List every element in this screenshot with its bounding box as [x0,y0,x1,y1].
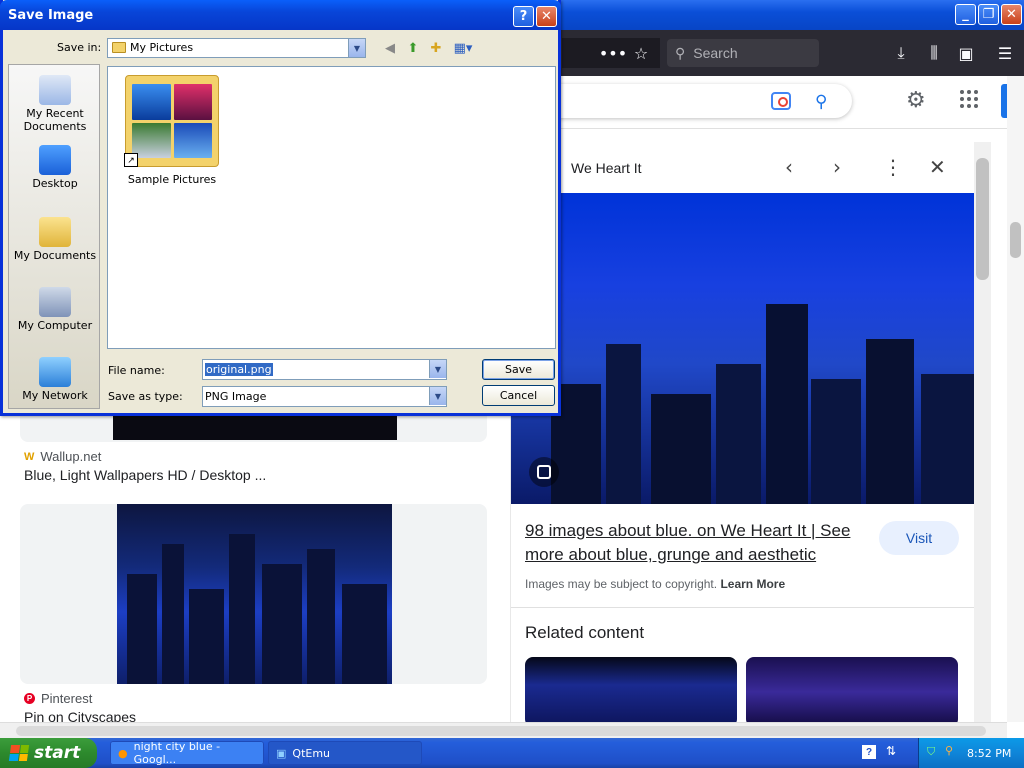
bookmark-star-icon[interactable]: ☆ [630,42,652,64]
file-name-label: File name: [108,364,165,377]
scrollbar-thumb[interactable] [16,726,986,736]
search-icon: ⚲ [675,44,686,61]
result-title[interactable]: Blue, Light Wallpapers HD / Desktop ... [24,467,266,483]
sample-pictures-folder-icon[interactable] [125,75,219,167]
copyright-notice: Images may be subject to copyright. Lear… [525,577,786,591]
sidebar-icon[interactable]: ▣ [955,42,977,64]
restore-button[interactable]: ❐ [978,4,999,25]
places-desktop[interactable]: Desktop [9,145,101,190]
close-dialog-button[interactable]: ✕ [536,6,557,27]
result-source[interactable]: P Pinterest [24,691,92,706]
horizontal-scrollbar[interactable] [0,722,1007,738]
shield-tray-icon[interactable]: ⛉ [927,745,935,759]
related-image[interactable] [746,657,958,722]
related-image[interactable] [525,657,737,722]
folder-item-label[interactable]: Sample Pictures [112,173,232,186]
lens-icon[interactable] [771,92,791,110]
close-browser-button[interactable]: ✕ [1001,4,1022,25]
qtemu-icon: ▣ [276,746,287,760]
my-computer-icon [39,287,71,317]
search-tray-icon[interactable]: ⚲ [945,744,953,757]
visual-search-lens-button[interactable] [529,457,559,487]
firefox-icon: ● [118,746,128,760]
save-as-type-label: Save as type: [108,390,183,403]
places-my-network[interactable]: My Network [9,357,101,402]
my-network-icon [39,357,71,387]
taskbar-item-firefox[interactable]: ● night city blue - Googl... [110,740,264,766]
panel-source[interactable]: We Heart It [571,160,642,176]
more-vert-icon[interactable]: ⋮ [883,155,903,179]
clock[interactable]: 8:52 PM [967,747,1011,760]
save-as-type-dropdown[interactable]: PNG Image ▼ [202,386,447,407]
save-in-label: Save in: [57,41,102,54]
scrollbar-thumb[interactable] [976,158,989,280]
help-tray-icon[interactable]: ? [862,745,876,759]
desktop-icon [39,145,71,175]
more-dots-icon[interactable]: ••• [599,42,627,64]
preview-image[interactable] [511,193,975,504]
dialog-title: Save Image [8,8,94,23]
result-title[interactable]: Pin on Cityscapes [24,709,136,722]
browser-search-box[interactable]: ⚲ Search [667,39,819,67]
back-icon[interactable]: ◀ [381,40,399,56]
my-documents-icon [39,217,71,247]
folder-icon [112,42,126,53]
panel-header: We Heart It ‹ › ⋮ ✕ [511,141,975,193]
places-my-documents[interactable]: My Documents [9,217,101,262]
google-search-bar[interactable]: ⚲ [520,84,852,118]
apps-grid-icon[interactable] [960,90,978,108]
system-tray: ⛉ ⚲ 8:52 PM [918,738,1024,768]
taskbar: start ● night city blue - Googl... ▣ QtE… [0,738,1024,768]
minimize-button[interactable]: _ [955,4,976,25]
panel-title-link[interactable]: 98 images about blue. on We Heart It | S… [525,519,871,567]
settings-gear-icon[interactable]: ⚙ [906,88,926,113]
save-in-dropdown[interactable]: My Pictures ▼ [107,38,366,58]
chevron-down-icon[interactable]: ▼ [429,387,446,405]
save-button[interactable]: Save [482,359,555,380]
result-card[interactable] [20,504,487,684]
result-image[interactable] [117,504,392,684]
chevron-down-icon[interactable]: ▼ [429,360,446,378]
related-heading: Related content [525,623,645,642]
places-my-computer[interactable]: My Computer [9,287,101,332]
shortcut-arrow-icon: ↗ [124,153,138,167]
library-icon[interactable]: ⫼ [923,42,945,64]
wallup-favicon-icon: W [24,450,35,463]
windows-logo-icon [8,745,30,761]
taskbar-item-qtemu[interactable]: ▣ QtEmu [268,741,422,765]
result-image[interactable] [113,416,397,440]
recent-documents-icon [39,75,71,105]
next-chevron-icon[interactable]: › [833,155,841,179]
page-scrollbar[interactable] [1007,76,1024,722]
save-image-dialog: Save Image ? ✕ Save in: My Pictures ▼ ◀ … [0,0,561,416]
panel-divider [511,607,975,608]
image-preview-panel: We Heart It ‹ › ⋮ ✕ 98 images about blue… [510,141,975,722]
network-tray-icon[interactable]: ⇅ [886,744,896,758]
help-button[interactable]: ? [513,6,534,27]
view-menu-icon[interactable]: ▦▾ [451,40,475,56]
previous-chevron-icon[interactable]: ‹ [785,155,793,179]
places-recent-documents[interactable]: My Recent Documents [9,75,101,133]
learn-more-link[interactable]: Learn More [720,577,785,591]
panel-scrollbar[interactable] [974,142,991,722]
chevron-down-icon[interactable]: ▼ [348,39,365,57]
cancel-button[interactable]: Cancel [482,385,555,406]
menu-icon[interactable]: ☰ [994,42,1016,64]
visit-button[interactable]: Visit [879,521,959,555]
up-folder-icon[interactable]: ⬆ [404,40,422,56]
places-bar: My Recent Documents Desktop My Documents… [8,64,100,409]
scrollbar-thumb[interactable] [1010,222,1021,258]
browser-search-placeholder: Search [693,45,738,61]
download-icon[interactable]: ⤓ [890,42,912,64]
file-name-value: original.png [205,363,273,376]
pinterest-favicon-icon: P [24,693,35,704]
file-list[interactable]: ↗ Sample Pictures [107,66,556,349]
new-folder-icon[interactable]: ✚ [427,40,445,56]
start-button[interactable]: start [0,738,97,768]
result-source[interactable]: W Wallup.net [24,449,101,464]
file-name-field[interactable]: original.png ▼ [202,359,447,380]
search-icon[interactable]: ⚲ [815,92,827,112]
dialog-titlebar[interactable]: Save Image ? ✕ [0,0,561,30]
close-icon[interactable]: ✕ [929,155,946,179]
